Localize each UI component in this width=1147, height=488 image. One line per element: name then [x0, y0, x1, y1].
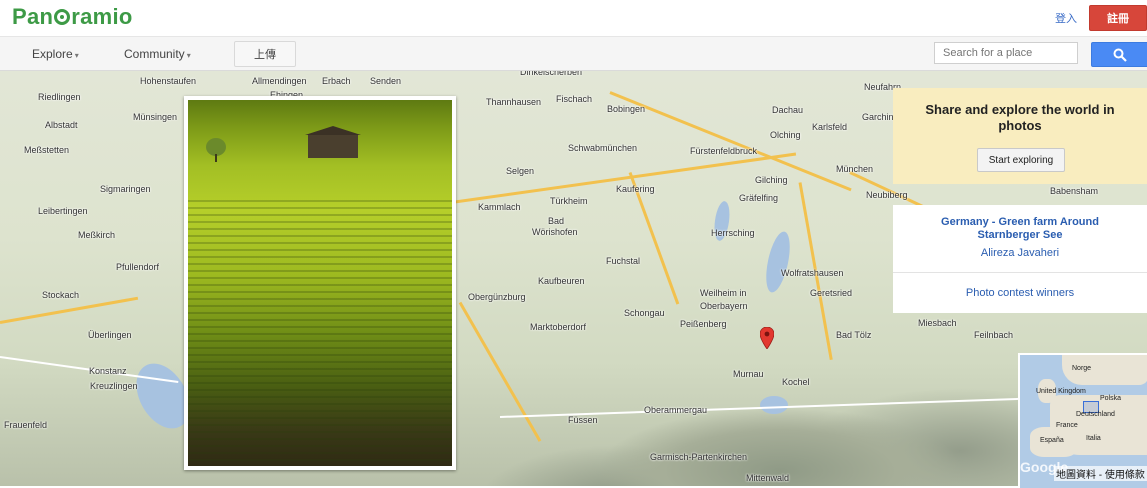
map-place-label: Wolfratshausen: [781, 268, 844, 278]
map-place-label: Mittenwald: [746, 473, 790, 483]
search-input[interactable]: [934, 42, 1078, 64]
photo-info-panel: Germany - Green farm Around Starnberger …: [893, 205, 1147, 313]
map-place-label: Marktoberdorf: [530, 322, 587, 332]
photo-hut: [305, 126, 361, 158]
photo-tree-trunk: [215, 154, 217, 162]
map-place-label: Karlsfeld: [812, 122, 848, 132]
map-place-label: Wörishofen: [532, 227, 578, 237]
chevron-down-icon: ▾: [186, 51, 191, 60]
map-place-label: Senden: [370, 76, 402, 86]
map-footer-terms[interactable]: 地圖資料 - 使用條款: [1054, 466, 1147, 481]
explore-panel: Share and explore the world in photos St…: [893, 88, 1147, 184]
map-place-label: Überlingen: [88, 330, 132, 340]
lake-starnberger-see: [761, 229, 795, 295]
community-menu[interactable]: Community ▾: [124, 47, 191, 61]
photo-contest-link[interactable]: Photo contest winners: [913, 287, 1127, 299]
map-place-label: Bad: [548, 216, 565, 226]
minimap-country-label: Deutschland: [1076, 411, 1115, 418]
divider: [893, 272, 1147, 273]
map-place-label: Dachau: [772, 105, 804, 115]
map-place-label: Peißenberg: [680, 319, 727, 329]
minimap-country-label: España: [1040, 437, 1064, 444]
map-place-label: Bobingen: [607, 104, 646, 114]
map-place-label: Kammlach: [478, 202, 521, 212]
map-place-label: Füssen: [568, 415, 598, 425]
map-place-label: Olching: [770, 130, 801, 140]
map-place-label: Meßstetten: [24, 145, 70, 155]
minimap-country-label: Polska: [1100, 395, 1122, 402]
logo-globe-icon: [54, 9, 71, 25]
minimap-country-label: United Kingdom: [1036, 388, 1086, 395]
map-place-label: Albstadt: [45, 120, 78, 130]
map-place-label: Selgen: [506, 166, 535, 176]
map-place-label: Kaufering: [616, 184, 655, 194]
signup-button[interactable]: 註冊: [1089, 5, 1147, 31]
map-place-label: Pfullendorf: [116, 262, 160, 272]
map-place-label: Oberbayern: [700, 301, 748, 311]
map-place-label: Münsingen: [133, 112, 178, 122]
explore-panel-title: Share and explore the world in photos: [925, 102, 1115, 133]
map-place-label: Meßkirch: [78, 230, 116, 240]
featured-photo[interactable]: [188, 100, 452, 466]
map-place-label: Neubiberg: [866, 190, 908, 200]
map-place-label: Oberammergau: [644, 405, 708, 415]
map-place-label: Erbach: [322, 76, 351, 86]
map-place-label: Feilnbach: [974, 330, 1014, 340]
top-bar: Pan ramio 登入 註冊: [0, 0, 1147, 37]
nav-bar: Explore ▾ Community ▾ 上傳: [0, 37, 1147, 71]
map-marker-icon[interactable]: [760, 327, 774, 349]
featured-photo-frame[interactable]: [184, 96, 456, 470]
map-place-label: Dinkelscherben: [520, 71, 583, 77]
map-place-label: Kreuzlingen: [90, 381, 138, 391]
signin-link[interactable]: 登入: [1055, 10, 1077, 26]
lake-kochelsee: [760, 396, 788, 414]
explore-menu-label: Explore: [32, 47, 73, 61]
map-place-label: Bad Tölz: [836, 330, 872, 340]
map-place-label: Kochel: [782, 377, 810, 387]
minimap-country-label: Norge: [1072, 365, 1092, 372]
minimap-country-label: Italia: [1086, 435, 1101, 442]
map-place-label: München: [836, 164, 874, 174]
explore-menu[interactable]: Explore ▾: [32, 47, 79, 61]
map-place-label: Konstanz: [89, 366, 127, 376]
road: [0, 296, 139, 324]
map-place-label: Obergünzburg: [468, 292, 526, 302]
map-place-label: Hohenstaufen: [140, 76, 197, 86]
map-place-label: Geretsried: [810, 288, 853, 298]
start-exploring-button[interactable]: Start exploring: [977, 148, 1065, 172]
map-place-label: Schwabmünchen: [568, 143, 638, 153]
map-place-label: Miesbach: [918, 318, 957, 328]
map-place-label: Sigmaringen: [100, 184, 151, 194]
map-place-label: Garmisch-Partenkirchen: [650, 452, 748, 462]
map-place-label: Murnau: [733, 369, 764, 379]
map-place-label: Fürstenfeldbruck: [690, 146, 758, 156]
map-place-label: Türkheim: [550, 196, 588, 206]
map-place-label: Stockach: [42, 290, 80, 300]
map-place-label: Fuchstal: [606, 256, 641, 266]
map-place-label: Frauenfeld: [4, 420, 48, 430]
map-place-label: Fischach: [556, 94, 593, 104]
map-place-label: Leibertingen: [38, 206, 88, 216]
map-place-label: Babensham: [1050, 186, 1099, 196]
panoramio-logo[interactable]: Pan ramio: [12, 4, 133, 30]
map-place-label: Thannhausen: [486, 97, 542, 107]
minimap-country-label: France: [1056, 422, 1078, 429]
map-place-label: Gräfelfing: [739, 193, 779, 203]
photo-field-rows: [188, 200, 452, 466]
search-icon: [1113, 48, 1127, 62]
community-menu-label: Community: [124, 47, 185, 61]
map-place-label: Allmendingen: [252, 76, 307, 86]
map-place-label: Schongau: [624, 308, 665, 318]
photo-title-link[interactable]: Germany - Green farm Around Starnberger …: [913, 216, 1127, 242]
photo-author-link[interactable]: Alireza Javaheri: [913, 247, 1127, 259]
map-place-label: Herrsching: [711, 228, 755, 238]
upload-button[interactable]: 上傳: [234, 41, 296, 67]
map-place-label: Weilheim in: [700, 288, 747, 298]
map-place-label: Riedlingen: [38, 92, 81, 102]
search-button[interactable]: [1091, 42, 1147, 67]
road: [458, 301, 542, 442]
chevron-down-icon: ▾: [74, 51, 79, 60]
map-place-label: Gilching: [755, 175, 788, 185]
map-place-label: Kaufbeuren: [538, 276, 585, 286]
